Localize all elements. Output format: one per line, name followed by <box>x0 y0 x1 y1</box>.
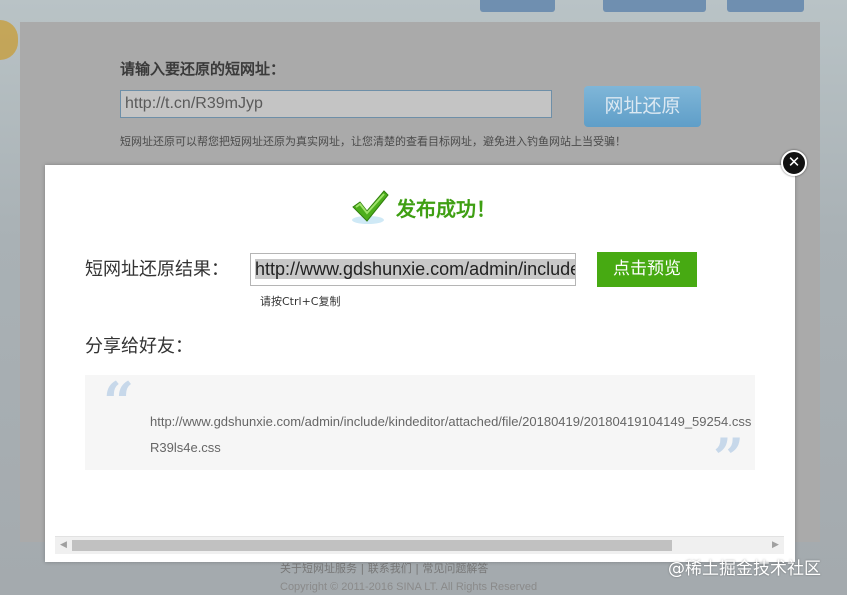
share-box: “ http://www.gdshunxie.com/admin/include… <box>85 375 755 470</box>
footer-links: 关于短网址服务 | 联系我们 | 常见问题解答 <box>280 562 489 575</box>
success-header: 发布成功！ <box>350 187 496 227</box>
scroll-left-arrow-icon[interactable]: ◀ <box>55 537 72 554</box>
result-url-text: http://www.gdshunxie.com/admin/include/k… <box>255 259 575 279</box>
scroll-right-arrow-icon[interactable]: ▶ <box>767 537 784 554</box>
open-quote-icon: “ <box>103 375 135 434</box>
watermark: @稀土掘金技术社区 <box>668 559 821 579</box>
success-message: 发布成功！ <box>396 196 496 221</box>
result-url-field[interactable]: http://www.gdshunxie.com/admin/include/k… <box>250 253 576 286</box>
success-dialog: 发布成功！ 短网址还原结果： http://www.gdshunxie.com/… <box>45 165 795 562</box>
top-nav-button <box>480 0 555 12</box>
close-quote-icon: ” <box>713 426 745 470</box>
top-nav-button <box>727 0 804 12</box>
share-url-line[interactable]: R39ls4e.css <box>150 440 221 455</box>
restore-button: 网址还原 <box>584 86 701 127</box>
horizontal-scrollbar[interactable]: ◀ ▶ <box>55 536 784 554</box>
top-nav-button <box>603 0 706 12</box>
share-label: 分享给好友： <box>85 336 193 357</box>
decorative-leaf <box>0 20 18 60</box>
preview-button[interactable]: 点击预览 <box>597 252 697 287</box>
short-url-input: http://t.cn/R39mJyp <box>120 90 552 118</box>
checkmark-icon <box>352 190 389 224</box>
copyright: Copyright © 2011-2016 SINA LT. All Right… <box>280 581 538 593</box>
restore-description: 短网址还原可以帮您把短网址还原为真实网址，让您清楚的查看目标网址，避免进入钓鱼网… <box>120 135 626 148</box>
scrollbar-thumb[interactable] <box>72 540 672 551</box>
short-url-prompt: 请输入要还原的短网址： <box>120 60 286 78</box>
share-url-line[interactable]: http://www.gdshunxie.com/admin/include/k… <box>150 414 751 429</box>
copy-hint: 请按Ctrl+C复制 <box>260 295 341 308</box>
close-icon[interactable]: ✕ <box>781 150 807 176</box>
result-label: 短网址还原结果： <box>85 259 229 280</box>
